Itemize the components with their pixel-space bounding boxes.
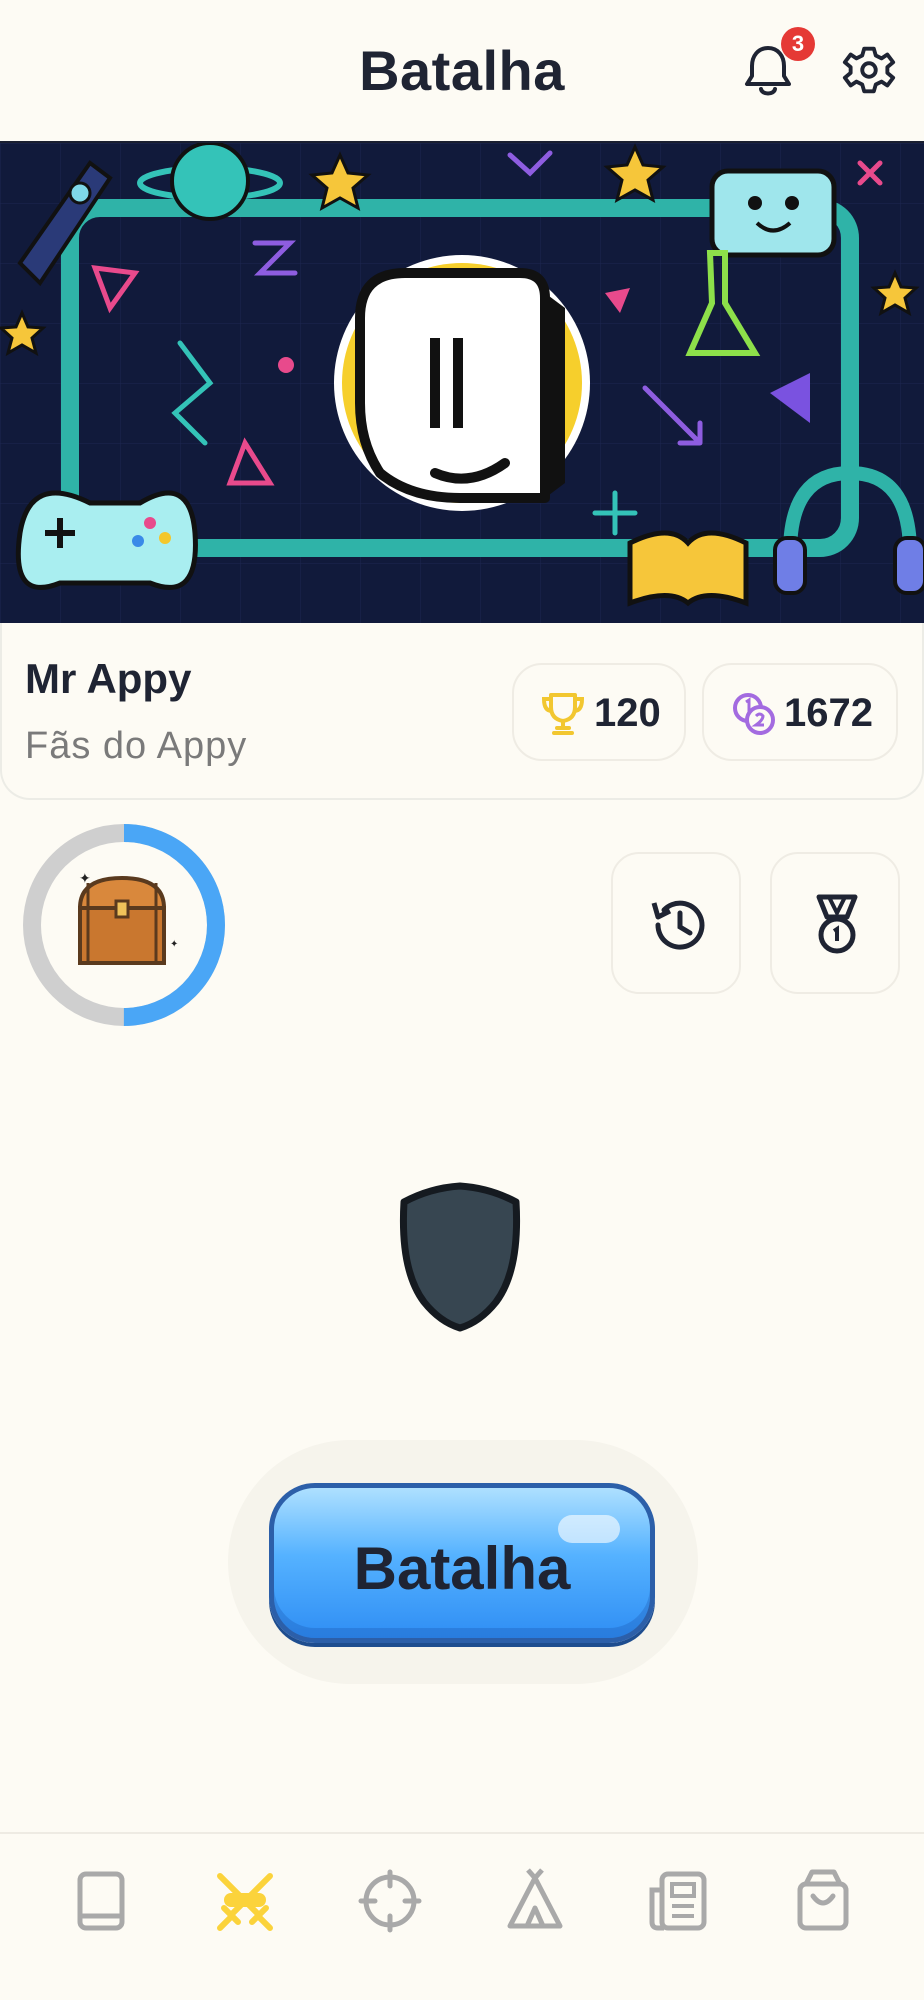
nav-item-challenges[interactable] bbox=[355, 1866, 425, 1936]
avatar bbox=[334, 255, 590, 511]
clan-name: Fãs do Appy bbox=[25, 725, 248, 767]
book-icon bbox=[77, 1871, 125, 1931]
settings-button[interactable] bbox=[840, 40, 898, 100]
chest-progress[interactable]: ✦ ✦ bbox=[22, 813, 226, 1037]
rankings-button[interactable] bbox=[770, 852, 900, 994]
shield-icon bbox=[399, 1182, 521, 1332]
tent-icon bbox=[507, 1868, 563, 1929]
svg-text:✦: ✦ bbox=[79, 870, 91, 886]
active-tab-indicator bbox=[224, 1893, 266, 1907]
battle-button-label: Batalha bbox=[353, 1535, 571, 1602]
trophy-count-pill[interactable]: 120 bbox=[512, 663, 686, 761]
nav-item-camp[interactable] bbox=[500, 1866, 570, 1936]
gamepad-icon bbox=[15, 490, 198, 590]
profile-banner bbox=[0, 143, 924, 623]
robot-icon bbox=[709, 168, 837, 258]
book-icon-decoration bbox=[627, 530, 749, 607]
medal-icon bbox=[816, 894, 858, 954]
coins-icon bbox=[733, 693, 775, 735]
nav-item-learn[interactable] bbox=[66, 1866, 136, 1936]
treasure-chest-icon bbox=[77, 875, 167, 965]
history-icon bbox=[651, 900, 705, 950]
battle-history-button[interactable] bbox=[611, 852, 741, 994]
trophy-count: 120 bbox=[594, 691, 661, 735]
newspaper-icon bbox=[649, 1871, 707, 1931]
trophy-icon bbox=[542, 693, 584, 735]
battle-button[interactable]: Batalha bbox=[269, 1483, 655, 1643]
crosshair-icon bbox=[358, 1869, 422, 1933]
league-shield bbox=[396, 1180, 524, 1332]
bottom-navigation bbox=[0, 1832, 924, 2000]
notification-badge: 3 bbox=[781, 27, 815, 61]
coin-balance-pill[interactable]: 1672 bbox=[702, 663, 898, 761]
app-header: Batalha 3 bbox=[0, 0, 924, 142]
username: Mr Appy bbox=[25, 655, 192, 702]
nav-item-shop[interactable] bbox=[788, 1866, 858, 1936]
svg-text:✦: ✦ bbox=[170, 939, 178, 950]
coin-balance: 1672 bbox=[784, 691, 873, 735]
gear-icon bbox=[842, 46, 896, 94]
shopping-bag-icon bbox=[797, 1869, 849, 1931]
nav-item-news[interactable] bbox=[644, 1866, 714, 1936]
